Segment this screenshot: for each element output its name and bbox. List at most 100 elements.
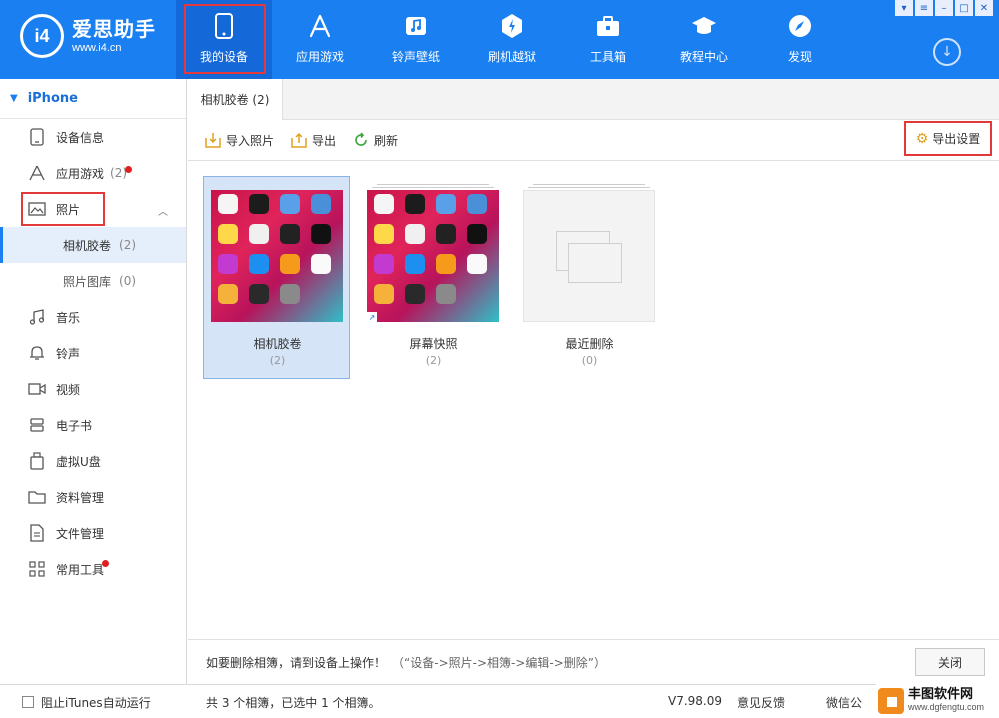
close-button[interactable]: 关闭 — [915, 648, 985, 676]
note-hint: （“设备->照片->相簿->编辑->删除”） — [392, 655, 606, 670]
logo-badge: i4 — [20, 14, 64, 58]
book-icon — [28, 416, 46, 434]
flash-icon — [498, 12, 526, 40]
nav-toolbox[interactable]: 工具箱 — [560, 0, 656, 79]
shortcut-arrow-icon: ↗ — [367, 312, 377, 322]
sidebar-item-videos[interactable]: 视频 — [0, 371, 186, 407]
sidebar-item-label: 设备信息 — [56, 130, 105, 145]
graduation-cap-icon — [690, 12, 718, 40]
notification-dot — [102, 560, 109, 567]
album-thumbnail — [211, 190, 343, 322]
app-logo: i4 爱思助手 www.i4.cn — [20, 14, 156, 58]
note-text: 如要删除相簿，请到设备上操作！ — [206, 655, 387, 670]
toolbox-icon — [594, 12, 622, 40]
sidebar-item-photo-library[interactable]: 照片图库 (0) — [0, 263, 186, 299]
import-photos-button[interactable]: 导入照片 — [204, 131, 274, 149]
shirt-icon[interactable]: ▾ — [895, 0, 913, 16]
watermark-title: 丰图软件网 — [908, 687, 974, 702]
sidebar-item-photos[interactable]: 照片 ︿ — [0, 191, 186, 227]
maximize-icon[interactable]: □ — [955, 0, 973, 16]
main-nav: 我的设备 应用游戏 铃声壁纸 刷机越狱 工具箱 教程中心 发现 — [176, 0, 848, 79]
sidebar-item-label: 音乐 — [56, 310, 81, 325]
toolbar: 导入照片 导出 刷新 — [188, 120, 999, 161]
file-icon — [28, 524, 46, 542]
album-recently-deleted[interactable]: 最近删除 (0) — [515, 176, 662, 379]
sidebar: ▼ iPhone 设备信息 应用游戏 (2) 照片 ︿ 相机胶卷 (2) 照片图… — [0, 79, 187, 684]
menu-icon[interactable]: ≡ — [915, 0, 933, 16]
music-icon — [402, 12, 430, 40]
nav-flash-jailbreak[interactable]: 刷机越狱 — [464, 0, 560, 79]
device-name: iPhone — [27, 91, 78, 106]
nav-label: 我的设备 — [199, 50, 248, 64]
watermark-logo-icon — [878, 688, 904, 714]
status-bar: 阻止iTunes自动运行 共 3 个相簿，已选中 1 个相簿。 V7.98.09… — [0, 684, 999, 718]
album-screenshots[interactable]: ↗ 屏幕快照 (2) — [359, 176, 506, 379]
album-camera-roll[interactable]: 相机胶卷 (2) — [203, 176, 350, 379]
sidebar-item-file-management[interactable]: 文件管理 — [0, 515, 186, 551]
import-label: 导入照片 — [226, 133, 275, 148]
sidebar-item-apps[interactable]: 应用游戏 (2) — [0, 155, 186, 191]
app-url: www.i4.cn — [72, 42, 122, 54]
sidebar-item-label: 照片 — [56, 202, 81, 217]
sidebar-item-label: 照片图库 — [63, 274, 112, 289]
feedback-link[interactable]: 意见反馈 — [737, 694, 785, 711]
minimize-icon[interactable]: – — [935, 0, 953, 16]
tab-camera-roll[interactable]: 相机胶卷 (2) — [188, 79, 283, 120]
phone-icon — [210, 12, 238, 40]
nav-label: 刷机越狱 — [487, 50, 536, 64]
nav-ringtones-wallpapers[interactable]: 铃声壁纸 — [368, 0, 464, 79]
export-settings-label: 导出设置 — [932, 132, 981, 146]
nav-label: 铃声壁纸 — [391, 50, 440, 64]
sidebar-item-label: 电子书 — [56, 418, 93, 433]
app-store-icon — [306, 12, 334, 40]
album-thumbnail: ↗ — [367, 184, 499, 322]
nav-tutorials[interactable]: 教程中心 — [656, 0, 752, 79]
album-count: (2) — [269, 354, 286, 367]
sidebar-item-music[interactable]: 音乐 — [0, 299, 186, 335]
sidebar-item-label: 应用游戏 — [56, 166, 105, 181]
sidebar-item-count: (2) — [119, 238, 137, 252]
album-count: (2) — [425, 354, 442, 367]
tab-bar: 相机胶卷 (2) — [188, 79, 999, 120]
app-name: 爱思助手 — [72, 17, 156, 41]
nav-apps-games[interactable]: 应用游戏 — [272, 0, 368, 79]
nav-my-device[interactable]: 我的设备 — [176, 0, 272, 79]
sidebar-item-label: 相机胶卷 — [63, 238, 112, 253]
album-thumbnail — [523, 184, 655, 322]
phone-screenshot-image: ↗ — [367, 190, 499, 322]
nav-label: 工具箱 — [589, 50, 626, 64]
chevron-up-icon[interactable]: ︿ — [158, 203, 168, 218]
app-icon — [28, 164, 46, 182]
album-name: 相机胶卷 — [253, 337, 302, 351]
refresh-icon — [352, 131, 370, 149]
bell-icon — [28, 344, 46, 362]
close-icon[interactable]: ✕ — [975, 0, 993, 16]
download-icon[interactable]: ↓ — [933, 38, 961, 66]
album-count: (0) — [581, 354, 598, 367]
album-selection-status: 共 3 个相簿，已选中 1 个相簿。 — [206, 696, 381, 710]
export-button[interactable]: 导出 — [290, 131, 336, 149]
sidebar-item-virtual-usb[interactable]: 虚拟U盘 — [0, 443, 186, 479]
nav-discover[interactable]: 发现 — [752, 0, 848, 79]
nav-label: 应用游戏 — [295, 50, 344, 64]
block-itunes-label[interactable]: 阻止iTunes自动运行 — [41, 694, 151, 711]
sidebar-item-device-info[interactable]: 设备信息 — [0, 119, 186, 155]
top-header: i4 爱思助手 www.i4.cn 我的设备 应用游戏 铃声壁纸 刷机越狱 工具… — [0, 0, 999, 79]
photo-icon — [28, 200, 46, 218]
import-icon — [204, 131, 222, 149]
sidebar-item-data-management[interactable]: 资料管理 — [0, 479, 186, 515]
sidebar-item-common-tools[interactable]: 常用工具 — [0, 551, 186, 587]
export-settings-button[interactable]: ⚙ 导出设置 — [904, 121, 992, 156]
refresh-button[interactable]: 刷新 — [352, 131, 398, 149]
block-itunes-checkbox[interactable] — [22, 696, 34, 708]
wechat-link[interactable]: 微信公 — [826, 694, 862, 711]
folder-icon — [28, 488, 46, 506]
sidebar-item-camera-roll[interactable]: 相机胶卷 (2) — [0, 227, 186, 263]
album-name: 最近删除 — [565, 337, 614, 351]
sidebar-item-ebooks[interactable]: 电子书 — [0, 407, 186, 443]
phone-screenshot-image — [211, 190, 343, 322]
usb-drive-icon — [28, 452, 46, 470]
sidebar-item-count: (0) — [119, 274, 137, 288]
sidebar-item-ringtones[interactable]: 铃声 — [0, 335, 186, 371]
device-selector[interactable]: ▼ iPhone — [0, 79, 186, 119]
